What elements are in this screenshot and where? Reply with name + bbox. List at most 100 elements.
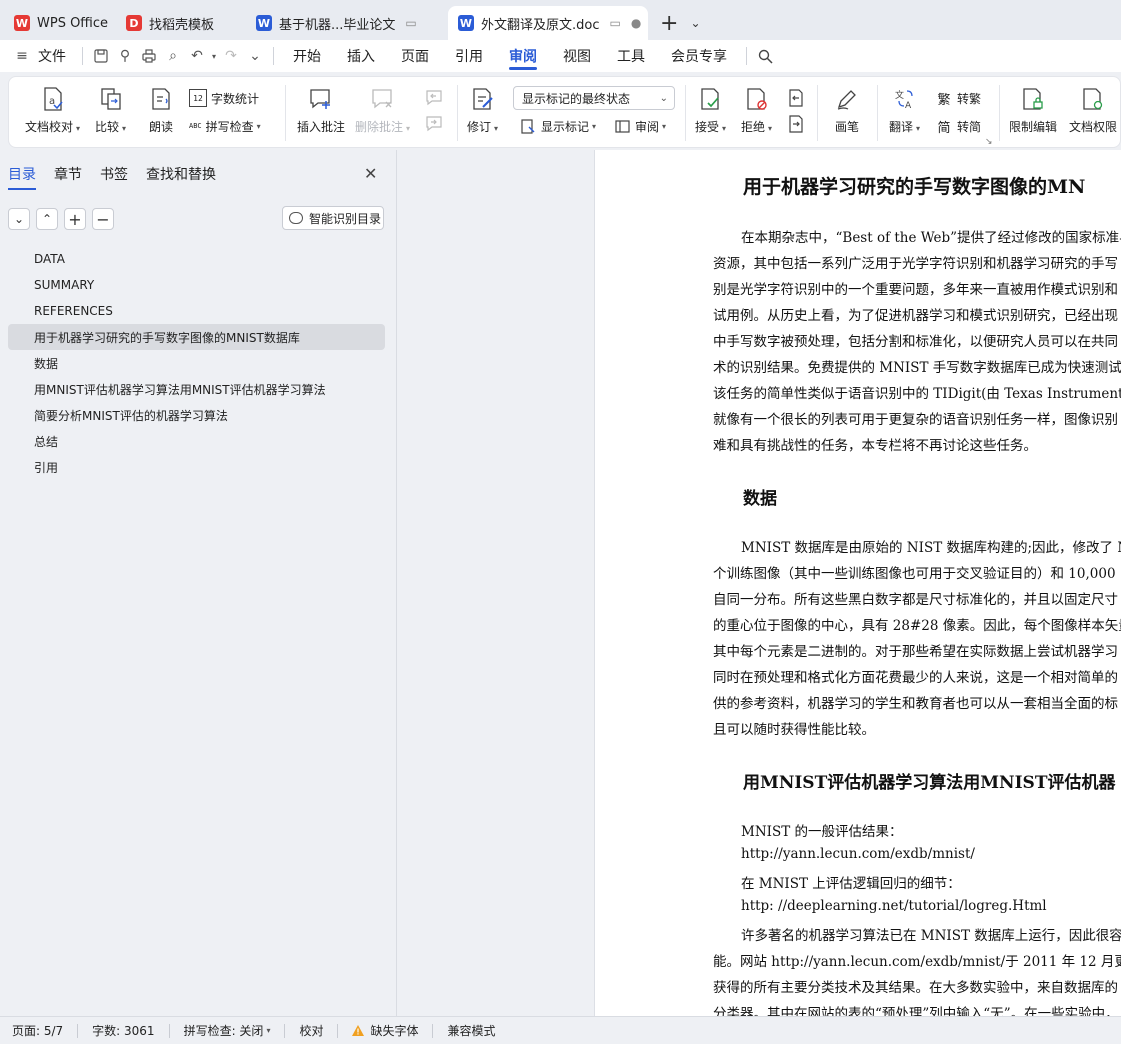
group-expand-icon[interactable]: ↘ [985, 137, 993, 147]
doc-check-button[interactable]: a 文档校对▾ [25, 85, 80, 135]
accept-icon [697, 85, 725, 113]
spell-check-button[interactable]: ABC 拼写检查▾ [189, 117, 261, 135]
title-bar: W WPS Office D 找稻壳模板 W 基于机器...毕业论文 ▭ W 外… [0, 0, 1121, 40]
more-chevron-icon[interactable]: ⌄ [243, 44, 267, 68]
paragraph-line: 其中每个元素是二进制的。对于那些希望在实际数据上尝试机器学习 [713, 640, 1118, 660]
menu-references[interactable]: 引用 [442, 40, 496, 72]
menu-member[interactable]: 会员专享 [658, 40, 740, 72]
accept-button[interactable]: 接受▾ [695, 85, 726, 135]
remove-heading-icon[interactable]: − [92, 208, 114, 230]
track-changes-button[interactable]: 修订▾ [467, 85, 498, 135]
menu-tools[interactable]: 工具 [604, 40, 658, 72]
word-count-status[interactable]: 字数: 3061 [92, 1022, 154, 1039]
redo-icon[interactable]: ↷ [219, 44, 243, 68]
reject-button[interactable]: 拒绝▾ [741, 85, 772, 135]
tab-label: 找稻壳模板 [149, 14, 214, 33]
print-preview-icon[interactable]: ⌕ [161, 44, 185, 68]
translate-button[interactable]: 文A 翻译▾ [889, 85, 920, 135]
compare-label: 比较 [95, 120, 119, 134]
tab-thesis-doc[interactable]: W 基于机器...毕业论文 ▭ [246, 6, 442, 40]
undo-icon[interactable]: ↶ [185, 44, 209, 68]
menu-page[interactable]: 页面 [388, 40, 442, 72]
expand-down-icon[interactable]: ⌄ [8, 208, 30, 230]
read-aloud-button[interactable]: 朗读 [147, 85, 175, 135]
to-simplified-button[interactable]: 简 转简 [935, 117, 981, 135]
paragraph-line: MNIST 数据库是由原始的 NIST 数据库构建的;因此，修改了 NI [741, 536, 1121, 556]
insert-comment-button[interactable]: 插入批注 [297, 85, 345, 135]
menu-review[interactable]: 审阅 [496, 40, 550, 72]
compare-button[interactable]: 比较▾ [95, 85, 126, 135]
share-icon[interactable]: ⚲ [113, 44, 137, 68]
toc-item-active[interactable]: 用于机器学习研究的手写数字图像的MNIST数据库 [8, 324, 385, 350]
paragraph-line: 中手写数字被预处理，包括分割和标准化，以便研究人员可以在共同 [713, 330, 1118, 350]
search-icon[interactable] [753, 44, 777, 68]
tab-bookmarks[interactable]: 书签 [100, 164, 128, 190]
to-traditional-label: 转繁 [957, 90, 981, 107]
toc-item[interactable]: 数据 [8, 350, 385, 376]
tab-find-replace[interactable]: 查找和替换 [146, 164, 216, 190]
add-heading-icon[interactable]: + [64, 208, 86, 230]
missing-font-status[interactable]: 缺失字体 [352, 1022, 418, 1039]
print-icon[interactable] [137, 44, 161, 68]
toc-item[interactable]: 用MNIST评估机器学习算法用MNIST评估机器学习算法 [8, 376, 385, 402]
undo-dropdown-icon[interactable]: ▾ [209, 44, 219, 68]
to-traditional-button[interactable]: 繁 转繁 [935, 89, 981, 107]
spell-check-status[interactable]: 拼写检查: 关闭▾ [184, 1022, 271, 1039]
monitor-icon[interactable]: ▭ [405, 16, 416, 30]
toc-item[interactable]: REFERENCES [8, 298, 385, 324]
restrict-editing-button[interactable]: 限制编辑 [1009, 85, 1057, 135]
file-menu[interactable]: 文件 [38, 46, 66, 66]
smart-toc-button[interactable]: 智能识别目录 [282, 206, 384, 230]
document-page[interactable]: 用于机器学习研究的手写数字图像的MN 在本期杂志中，“Best of the W… [594, 150, 1121, 1016]
tab-sections[interactable]: 章节 [54, 164, 82, 190]
url-line[interactable]: http: //deeplearning.net/tutorial/logreg… [741, 898, 1047, 914]
collapse-up-icon[interactable]: ⌃ [36, 208, 58, 230]
show-markup-icon [519, 117, 537, 135]
page-indicator[interactable]: 页面: 5/7 [12, 1022, 63, 1039]
smart-toc-label: 智能识别目录 [309, 210, 381, 227]
accept-label: 接受 [695, 120, 719, 134]
url-line[interactable]: http://yann.lecun.com/exdb/mnist/ [741, 846, 975, 862]
toc-item[interactable]: SUMMARY [8, 272, 385, 298]
hamburger-menu-icon[interactable]: ≡ [10, 44, 34, 68]
menu-home[interactable]: 开始 [280, 40, 334, 72]
review-pane-button[interactable]: 审阅▾ [613, 117, 666, 135]
tab-docer-template[interactable]: D 找稻壳模板 [116, 6, 240, 40]
divider [273, 47, 274, 65]
paragraph-line: 术的识别结果。免费提供的 MNIST 手写数字数据库已成为快速测试 [713, 356, 1121, 376]
word-count-button[interactable]: 12 字数统计 [189, 89, 259, 107]
toc-item[interactable]: DATA [8, 246, 385, 272]
pen-button[interactable]: 画笔 [833, 85, 861, 135]
menu-insert[interactable]: 插入 [334, 40, 388, 72]
doc-permission-button[interactable]: 文档权限 [1069, 85, 1117, 135]
track-changes-label: 修订 [467, 120, 491, 134]
toc-item[interactable]: 引用 [8, 454, 385, 480]
markup-state-select[interactable]: 显示标记的最终状态 ⌄ [513, 86, 675, 110]
divider [337, 1024, 338, 1038]
previous-change-icon[interactable] [787, 89, 805, 107]
show-markup-button[interactable]: 显示标记▾ [519, 117, 596, 135]
paragraph-line: MNIST 的一般评估结果： [741, 820, 903, 840]
proofread-status[interactable]: 校对 [299, 1022, 323, 1039]
delete-comment-button[interactable]: 删除批注▾ [355, 85, 410, 135]
new-tab-button[interactable]: + [654, 6, 684, 40]
tab-list-chevron-icon[interactable]: ⌄ [684, 6, 706, 40]
translate-label: 翻译 [889, 120, 913, 134]
next-comment-icon[interactable] [425, 115, 443, 133]
tab-translation-doc[interactable]: W 外文翻译及原文.doc ▭ ● [448, 6, 648, 40]
toc-item[interactable]: 总结 [8, 428, 385, 454]
close-icon[interactable]: ✕ [364, 164, 377, 183]
tab-wps-office[interactable]: W WPS Office [4, 6, 110, 40]
next-change-icon[interactable] [787, 115, 805, 133]
menu-view[interactable]: 视图 [550, 40, 604, 72]
previous-comment-icon[interactable] [425, 89, 443, 107]
divider [746, 47, 747, 65]
tab-toc[interactable]: 目录 [8, 164, 36, 190]
toc-item[interactable]: 简要分析MNIST评估的机器学习算法 [8, 402, 385, 428]
ribbon-divider [817, 85, 818, 141]
smart-toc-icon [289, 212, 303, 224]
restrict-edit-label: 限制编辑 [1009, 118, 1057, 135]
save-icon[interactable] [89, 44, 113, 68]
review-ribbon: a 文档校对▾ 比较▾ 朗读 12 字数统计 ABC 拼写检查▾ 插入批注 删除… [8, 76, 1121, 148]
monitor-icon[interactable]: ▭ [610, 16, 621, 30]
